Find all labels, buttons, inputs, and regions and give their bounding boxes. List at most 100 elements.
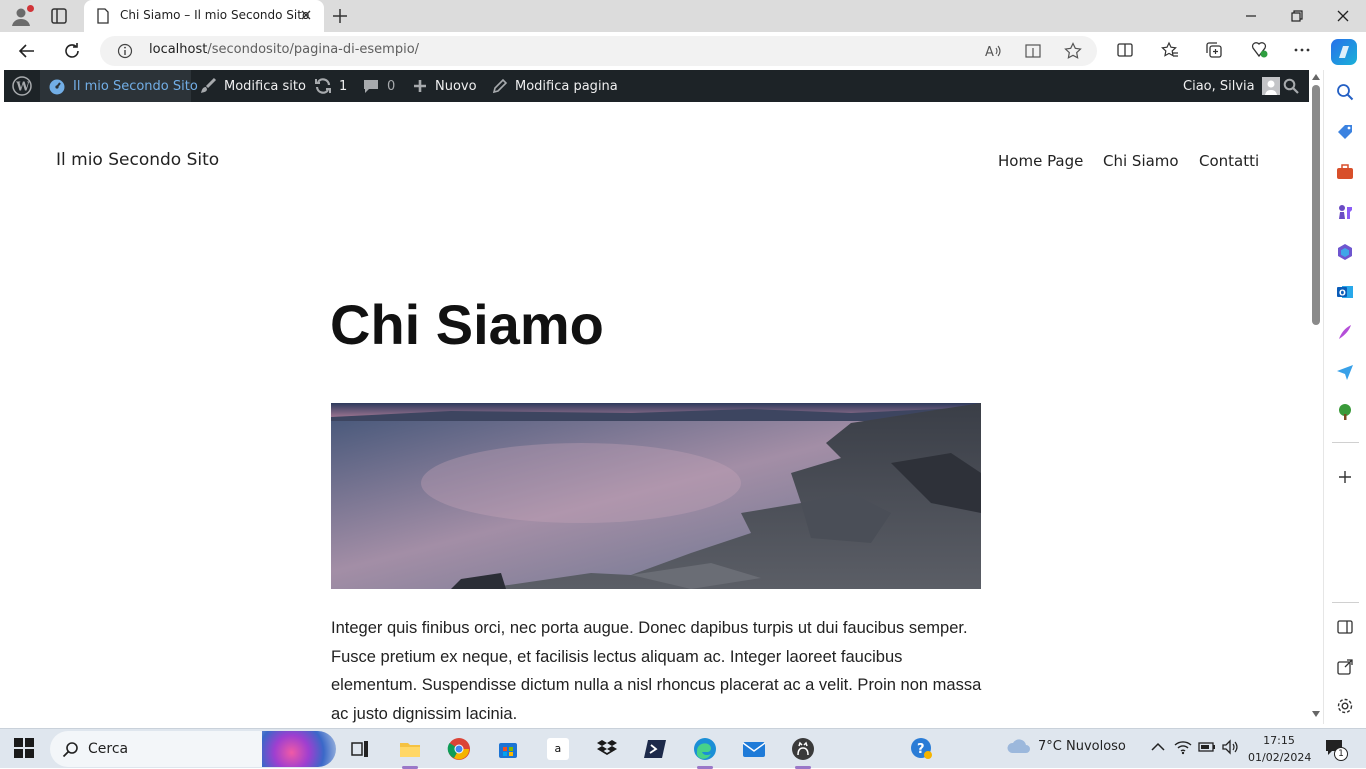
clock[interactable]: 17:15 01/02/2024	[1248, 732, 1312, 766]
svg-text:O: O	[1339, 289, 1346, 298]
site-title[interactable]: Il mio Secondo Sito	[56, 150, 219, 170]
tab-title: Chi Siamo – Il mio Secondo Sito	[120, 8, 310, 22]
dropbox-icon[interactable]	[595, 737, 619, 761]
page-title: Chi Siamo	[330, 293, 604, 356]
copilot-icon[interactable]	[1331, 39, 1357, 65]
edge-sidebar: O	[1323, 70, 1366, 724]
clock-time: 17:15	[1263, 734, 1295, 747]
admin-edit-page[interactable]: Modifica pagina	[491, 70, 618, 102]
restore-icon[interactable]	[1290, 9, 1304, 23]
minimize-icon[interactable]	[1244, 9, 1258, 23]
close-window-icon[interactable]	[1336, 9, 1350, 23]
external-link-icon[interactable]	[1336, 658, 1354, 676]
new-tab-icon[interactable]	[331, 7, 349, 25]
admin-edit-site[interactable]: Modifica sito	[199, 70, 306, 102]
menu-item-chi-siamo[interactable]: Chi Siamo	[1103, 152, 1179, 170]
browser-tab-strip: Chi Siamo – Il mio Secondo Sito	[0, 0, 1366, 32]
page-paragraph: Integer quis finibus orci, nec porta aug…	[331, 619, 982, 724]
page-icon	[96, 8, 110, 24]
site-info-icon[interactable]	[117, 43, 133, 59]
collections-icon[interactable]	[1205, 41, 1223, 59]
featured-image-seascape	[331, 403, 981, 589]
shopping-tag-icon[interactable]	[1336, 123, 1354, 141]
edge-icon[interactable]	[693, 737, 717, 761]
browser-toolbar: localhost/secondosito/pagina-di-esempio/…	[0, 32, 1366, 70]
cloud-icon	[1006, 737, 1032, 755]
profile-icon[interactable]	[10, 5, 34, 27]
battery-icon[interactable]	[1198, 739, 1222, 763]
sidebar-search-icon[interactable]	[1336, 83, 1354, 101]
admin-search-icon[interactable]	[1283, 70, 1299, 102]
read-aloud-icon[interactable]: A	[984, 42, 1002, 60]
admin-edit-page-label: Modifica pagina	[515, 78, 618, 94]
clock-date: 01/02/2024	[1248, 751, 1312, 764]
tree-icon[interactable]	[1336, 403, 1354, 421]
admin-site-name[interactable]: Il mio Secondo Sito	[40, 70, 198, 102]
amazon-letter: a	[555, 742, 562, 755]
url-text[interactable]: localhost/secondosito/pagina-di-esempio/	[149, 42, 419, 57]
windows-start-icon[interactable]	[13, 737, 37, 761]
chrome-icon[interactable]	[447, 737, 471, 761]
wordpress-logo-icon[interactable]: W	[4, 70, 40, 102]
tools-briefcase-icon[interactable]	[1336, 163, 1354, 181]
taskbar-search[interactable]: Cerca	[50, 731, 336, 767]
outlook-icon[interactable]: O	[1336, 283, 1354, 301]
more-menu-icon[interactable]	[1293, 41, 1311, 59]
comment-icon	[362, 77, 380, 95]
favorite-star-icon[interactable]	[1064, 42, 1082, 60]
notifications-icon[interactable]: 1	[1324, 737, 1348, 761]
menu-item-contatti[interactable]: Contatti	[1199, 152, 1259, 170]
search-icon	[62, 741, 79, 758]
wifi-icon[interactable]	[1174, 739, 1198, 763]
dashboard-icon	[48, 77, 66, 95]
windows-taskbar: Cerca a ? 7°C Nuvoloso 17:15 01/02/2024 …	[0, 728, 1366, 769]
menu-item-home[interactable]: Home Page	[998, 152, 1083, 170]
admin-site-name-label: Il mio Secondo Sito	[73, 78, 198, 94]
close-tab-icon[interactable]	[300, 9, 312, 21]
settings-gear-icon[interactable]	[1336, 697, 1354, 715]
send-icon[interactable]	[1336, 363, 1354, 381]
github-icon[interactable]	[791, 737, 815, 761]
games-chess-icon[interactable]	[1336, 203, 1354, 221]
admin-my-account[interactable]: Ciao, Silvia	[1183, 70, 1280, 102]
help-icon[interactable]: ?	[910, 737, 934, 761]
weather-text: 7°C Nuvoloso	[1038, 739, 1126, 754]
search-label: Cerca	[88, 741, 129, 757]
admin-edit-site-label: Modifica sito	[224, 78, 306, 94]
page-viewport: W Il mio Secondo Sito Modifica sito 1 0	[4, 70, 1309, 724]
page-scrollbar[interactable]	[1309, 70, 1323, 724]
hide-sidebar-icon[interactable]	[1336, 618, 1354, 636]
mail-icon[interactable]	[742, 737, 766, 761]
microsoft-365-icon[interactable]	[1336, 243, 1354, 261]
admin-new[interactable]: Nuovo	[412, 70, 477, 102]
back-icon[interactable]	[18, 42, 36, 60]
address-bar[interactable]: localhost/secondosito/pagina-di-esempio/…	[100, 36, 1097, 66]
tab-actions-icon[interactable]	[49, 6, 71, 26]
designer-icon[interactable]	[1336, 323, 1354, 341]
avatar	[1261, 77, 1280, 95]
powershell-icon[interactable]	[644, 737, 668, 761]
scrollbar-thumb[interactable]	[1312, 85, 1320, 325]
refresh-icon[interactable]	[63, 42, 81, 60]
amazon-icon[interactable]: a	[546, 737, 570, 761]
browser-essentials-icon[interactable]	[1249, 41, 1269, 59]
comments-count: 0	[387, 78, 396, 94]
sidebar-divider-bottom	[1332, 602, 1359, 603]
task-view-icon[interactable]	[348, 737, 372, 761]
file-explorer-icon[interactable]	[398, 737, 422, 761]
favorites-icon[interactable]	[1161, 41, 1179, 59]
admin-comments[interactable]: 0	[362, 70, 395, 102]
updates-count: 1	[339, 78, 348, 94]
greeting: Ciao, Silvia	[1183, 78, 1255, 94]
admin-updates[interactable]: 1	[314, 70, 347, 102]
microsoft-store-icon[interactable]	[496, 737, 520, 761]
sidebar-add-icon[interactable]	[1336, 468, 1354, 486]
split-screen-icon[interactable]	[1116, 41, 1134, 59]
immersive-reader-icon[interactable]	[1024, 42, 1042, 60]
wp-admin-bar: W Il mio Secondo Sito Modifica sito 1 0	[4, 70, 1309, 102]
active-tab[interactable]: Chi Siamo – Il mio Secondo Sito	[84, 0, 324, 32]
sidebar-divider	[1332, 442, 1359, 443]
show-hidden-icons-icon[interactable]	[1150, 739, 1174, 763]
volume-icon[interactable]	[1221, 739, 1245, 763]
svg-text:W: W	[15, 80, 30, 94]
